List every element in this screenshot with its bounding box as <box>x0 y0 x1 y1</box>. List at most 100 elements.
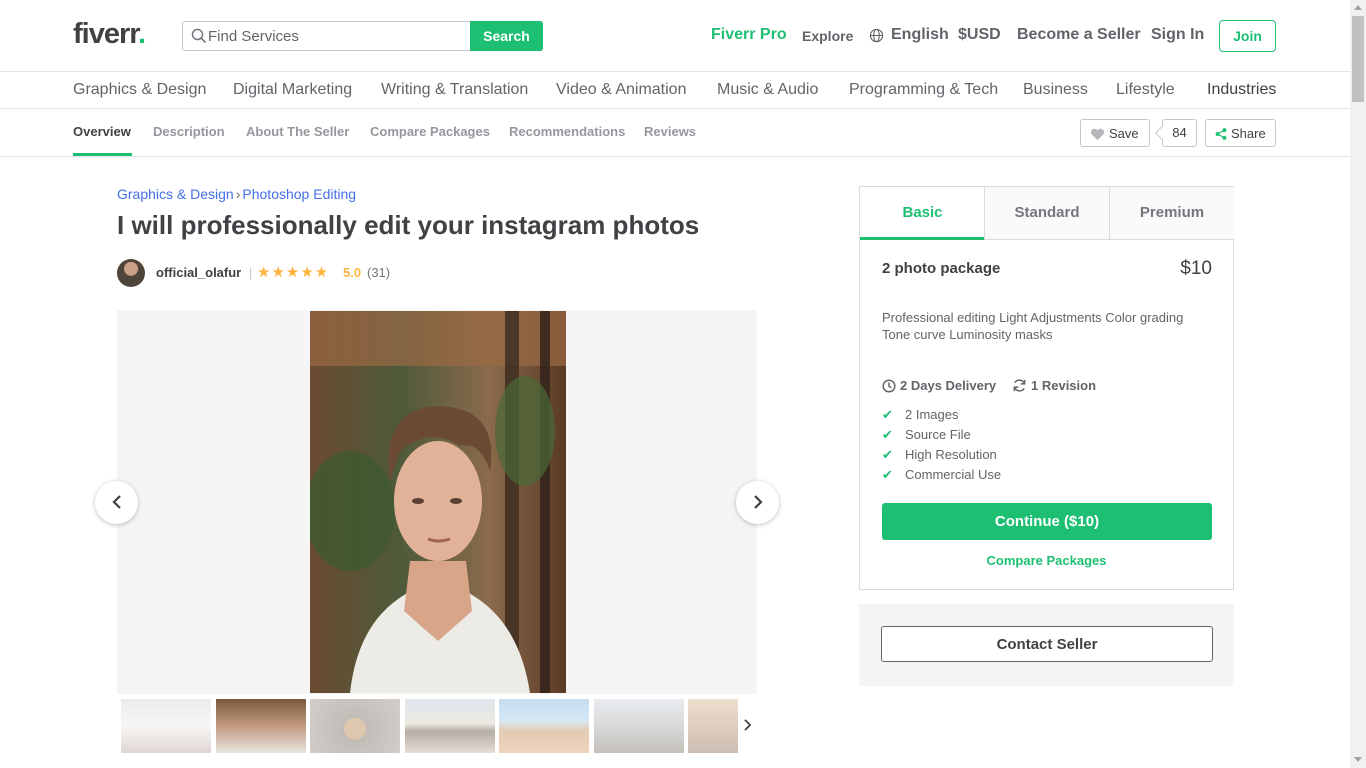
breadcrumb-photoshop-editing[interactable]: Photoshop Editing <box>242 186 356 202</box>
package-tab-basic[interactable]: Basic <box>860 187 985 240</box>
gallery-thumbnails <box>121 699 738 753</box>
check-icon: ✔ <box>882 467 893 482</box>
feature-list: ✔ 2 Images ✔ Source File ✔ High Resolution … <box>882 406 1001 486</box>
scrollbar-thumb[interactable] <box>1352 16 1364 102</box>
active-tab-indicator <box>73 153 132 156</box>
tab-compare-packages[interactable]: Compare Packages <box>370 124 490 139</box>
compare-packages-link[interactable]: Compare Packages <box>860 553 1233 568</box>
package-tab-standard[interactable]: Standard <box>984 187 1109 240</box>
refresh-icon <box>1013 379 1026 392</box>
category-programming-tech[interactable]: Programming & Tech <box>849 81 998 99</box>
search-input[interactable] <box>208 22 468 50</box>
save-count: 84 <box>1162 119 1197 147</box>
gallery-thumbnail[interactable] <box>216 699 306 753</box>
feature-label: Commercial Use <box>905 467 1002 482</box>
save-label: Save <box>1109 125 1139 141</box>
tab-about-seller[interactable]: About The Seller <box>246 124 349 139</box>
gallery-main-image <box>310 311 566 693</box>
package-description: Professional editing Light Adjustments C… <box>882 310 1184 342</box>
category-writing-translation[interactable]: Writing & Translation <box>381 81 528 99</box>
category-video-animation[interactable]: Video & Animation <box>556 81 686 99</box>
page-scrollbar[interactable] <box>1350 0 1366 768</box>
check-icon: ✔ <box>882 447 893 462</box>
breadcrumb-separator: › <box>235 186 241 202</box>
nav-language[interactable]: English <box>869 26 949 44</box>
gallery-thumbnail[interactable] <box>499 699 589 753</box>
gig-section-nav: Overview Description About The Seller Co… <box>0 109 1350 157</box>
category-digital-marketing[interactable]: Digital Marketing <box>233 81 352 99</box>
revisions-label: 1 Revision <box>1031 378 1097 393</box>
save-button[interactable]: Save <box>1080 119 1150 147</box>
nav-fiverr-pro[interactable]: Fiverr Pro <box>711 26 787 44</box>
top-header: fiverr. Search Fiverr Pro Explore Englis… <box>0 0 1350 72</box>
search-icon <box>191 28 207 44</box>
seller-name[interactable]: official_olafur <box>156 265 241 280</box>
package-tabs: Basic Standard Premium <box>860 187 1234 240</box>
feature-item: ✔ Source File <box>882 426 1001 446</box>
scroll-up-arrow-icon[interactable] <box>1354 5 1362 10</box>
breadcrumb: Graphics & Design › Photoshop Editing <box>117 186 356 202</box>
package-tab-premium[interactable]: Premium <box>1109 187 1234 240</box>
seller-overview: official_olafur | ★★★★★ 5.0 (31) <box>117 259 517 288</box>
star-rating-icon: ★★★★★ <box>257 264 330 281</box>
package-price: $10 <box>1180 258 1212 279</box>
rating-score: 5.0 <box>343 265 362 280</box>
nav-language-label: English <box>891 26 949 43</box>
share-icon <box>1215 127 1227 140</box>
package-panel: Basic Standard Premium 2 photo package $… <box>859 186 1234 590</box>
feature-item: ✔ Commercial Use <box>882 466 1001 486</box>
check-icon: ✔ <box>882 407 893 422</box>
tab-overview[interactable]: Overview <box>73 124 131 139</box>
logo-dot: . <box>137 18 146 50</box>
nav-become-seller[interactable]: Become a Seller <box>1017 26 1141 44</box>
rating-count[interactable]: (31) <box>367 265 390 280</box>
nav-currency[interactable]: $USD <box>958 26 1001 44</box>
thumbnails-next-button[interactable] <box>738 699 757 753</box>
continue-button[interactable]: Continue ($10) <box>882 503 1212 540</box>
tab-description[interactable]: Description <box>153 124 225 139</box>
feature-item: ✔ High Resolution <box>882 446 1001 466</box>
nav-explore[interactable]: Explore <box>802 28 853 44</box>
gallery-thumbnail[interactable] <box>594 699 684 753</box>
gallery-prev-button[interactable] <box>95 481 138 524</box>
heart-icon <box>1091 128 1104 140</box>
share-button[interactable]: Share <box>1205 119 1276 147</box>
gig-title: I will professionally edit your instagra… <box>117 210 700 240</box>
globe-icon <box>869 28 884 43</box>
package-name: 2 photo package <box>882 260 1001 277</box>
contact-seller-box: Contact Seller <box>859 604 1234 686</box>
scroll-down-arrow-icon[interactable] <box>1354 757 1362 762</box>
category-graphics-design[interactable]: Graphics & Design <box>73 81 206 99</box>
category-industries[interactable]: Industries <box>1207 81 1276 99</box>
category-music-audio[interactable]: Music & Audio <box>717 81 818 99</box>
fiverr-logo[interactable]: fiverr. <box>73 18 146 51</box>
nav-sign-in[interactable]: Sign In <box>1151 26 1204 44</box>
chevron-right-icon <box>754 495 763 509</box>
join-button[interactable]: Join <box>1219 20 1276 52</box>
feature-label: 2 Images <box>905 407 959 422</box>
chevron-right-icon <box>744 718 752 731</box>
share-label: Share <box>1231 125 1266 141</box>
gallery-next-button[interactable] <box>736 481 779 524</box>
category-lifestyle[interactable]: Lifestyle <box>1116 81 1175 99</box>
gallery-thumbnail[interactable] <box>121 699 211 753</box>
feature-label: High Resolution <box>905 447 997 462</box>
delivery-time: 2 Days Delivery <box>882 378 996 393</box>
search-button[interactable]: Search <box>470 21 543 51</box>
gallery-thumbnail[interactable] <box>688 699 738 753</box>
tab-reviews[interactable]: Reviews <box>644 124 696 139</box>
delivery-label: 2 Days Delivery <box>900 378 997 393</box>
gallery-thumbnail[interactable] <box>405 699 495 753</box>
revisions: 1 Revision <box>1012 378 1096 393</box>
contact-seller-button[interactable]: Contact Seller <box>881 626 1213 662</box>
divider: | <box>249 265 253 280</box>
breadcrumb-graphics-design[interactable]: Graphics & Design <box>117 186 234 202</box>
feature-item: ✔ 2 Images <box>882 406 1001 426</box>
category-bar: Graphics & Design Digital Marketing Writ… <box>0 72 1350 109</box>
gallery-thumbnail[interactable] <box>310 699 400 753</box>
category-business[interactable]: Business <box>1023 81 1088 99</box>
seller-avatar[interactable] <box>117 259 145 287</box>
chevron-left-icon <box>112 495 121 509</box>
tab-recommendations[interactable]: Recommendations <box>509 124 625 139</box>
gig-gallery <box>117 310 757 694</box>
